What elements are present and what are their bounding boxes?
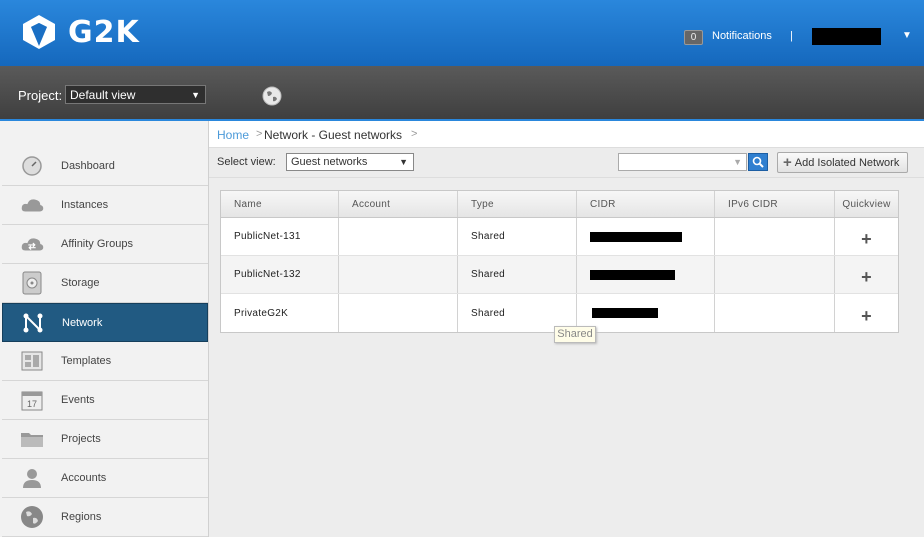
user-menu-caret-icon[interactable]: ▼ (902, 30, 912, 41)
project-label: Project: (18, 88, 63, 103)
cell-cidr (577, 256, 715, 293)
column-header-cidr[interactable]: CIDR (577, 191, 715, 217)
network-icon (21, 311, 45, 335)
cell-account (339, 218, 458, 255)
sidebar-item-templates[interactable]: Templates (2, 342, 208, 381)
cell-account (339, 256, 458, 293)
quickview-plus-icon[interactable]: + (861, 229, 872, 250)
select-view-value: Guest networks (291, 156, 368, 168)
sidebar-item-projects[interactable]: Projects (2, 420, 208, 459)
chevron-down-icon: ▼ (191, 90, 200, 100)
sidebar-item-network[interactable]: Network (2, 303, 208, 342)
add-button-label: Add Isolated Network (794, 156, 900, 169)
toolbar: Select view: Guest networks ▼ ▼ + Add Is… (209, 148, 924, 178)
logo-mark-icon (23, 15, 55, 49)
breadcrumb-home-link[interactable]: Home (217, 128, 249, 142)
folder-icon (20, 427, 44, 451)
templates-icon (20, 349, 44, 373)
breadcrumb-current: Network - Guest networks (264, 128, 403, 142)
globe-icon[interactable] (262, 86, 282, 106)
user-icon (20, 466, 44, 490)
header-separator: | (790, 30, 793, 42)
column-header-ipv6-cidr[interactable]: IPv6 CIDR (715, 191, 835, 217)
sidebar-item-label: Events (61, 394, 95, 406)
project-bar: Project: Default view ▼ (0, 66, 924, 121)
sidebar-item-label: Affinity Groups (61, 238, 133, 250)
table-row[interactable]: PublicNet-131 Shared + (221, 218, 898, 256)
cidr-redacted (590, 231, 682, 242)
cell-cidr (577, 218, 715, 255)
breadcrumb-separator: > (256, 128, 263, 140)
cidr-redacted (592, 308, 658, 318)
column-header-account[interactable]: Account (339, 191, 458, 217)
cloud-icon (20, 193, 44, 217)
cell-name[interactable]: PublicNet-131 (221, 218, 339, 255)
sidebar-item-label: Storage (61, 277, 100, 289)
cell-name[interactable]: PublicNet-132 (221, 256, 339, 293)
plus-icon: + (783, 153, 792, 171)
svg-text:17: 17 (27, 399, 37, 409)
search-button[interactable] (748, 153, 768, 171)
column-header-type[interactable]: Type (458, 191, 577, 217)
project-select[interactable]: Default view ▼ (65, 85, 206, 104)
sidebar-item-label: Templates (61, 355, 112, 367)
cell-name[interactable]: PrivateG2K (221, 294, 339, 332)
quickview-plus-icon[interactable]: + (861, 267, 872, 288)
cell-cidr (577, 294, 715, 332)
logo[interactable]: G2K (20, 13, 140, 51)
user-name-redacted[interactable] (812, 28, 881, 45)
cell-ipv6-cidr (715, 218, 835, 255)
sidebar-item-label: Accounts (61, 472, 107, 484)
cidr-redacted (590, 269, 675, 280)
chevron-down-icon: ▼ (399, 157, 408, 167)
cell-ipv6-cidr (715, 294, 835, 332)
cell-quickview[interactable]: + (835, 256, 898, 293)
breadcrumb: Home > Network - Guest networks > (209, 121, 924, 148)
top-header: G2K 0 Notifications | ▼ (0, 0, 924, 66)
breadcrumb-separator: > (411, 128, 418, 140)
sidebar-item-affinity-groups[interactable]: Affinity Groups (2, 225, 208, 264)
sidebar-item-label: Network (62, 316, 103, 329)
logo-text: G2K (68, 14, 140, 50)
sidebar-item-accounts[interactable]: Accounts (2, 459, 208, 498)
dashboard-icon (20, 154, 44, 178)
calendar-icon: 17 (20, 388, 44, 412)
sidebar-item-dashboard[interactable]: Dashboard (2, 147, 208, 186)
select-view-dropdown[interactable]: Guest networks ▼ (286, 153, 414, 171)
column-header-quickview: Quickview (842, 198, 891, 210)
table-row[interactable]: PublicNet-132 Shared + (221, 256, 898, 294)
sidebar-item-label: Dashboard (61, 160, 115, 172)
table-header-row: Name Account Type CIDR IPv6 CIDR Quickvi… (221, 191, 898, 218)
project-select-value: Default view (70, 88, 136, 102)
sidebar-item-label: Instances (61, 199, 109, 211)
notifications-link[interactable]: Notifications (712, 30, 772, 42)
column-header-name[interactable]: Name (221, 191, 339, 217)
networks-table: Name Account Type CIDR IPv6 CIDR Quickvi… (220, 190, 899, 333)
sidebar: Dashboard Instances Affinity Groups Stor… (0, 121, 209, 537)
cell-quickview[interactable]: + (835, 218, 898, 255)
quickview-plus-icon[interactable]: + (861, 306, 872, 327)
notifications-count-badge[interactable]: 0 (684, 30, 703, 45)
sidebar-item-label: Projects (61, 433, 101, 445)
sidebar-item-storage[interactable]: Storage (2, 264, 208, 303)
sidebar-item-events[interactable]: 17 Events (2, 381, 208, 420)
search-filter-caret-icon[interactable]: ▼ (733, 157, 742, 167)
add-isolated-network-button[interactable]: + Add Isolated Network (777, 152, 908, 173)
sidebar-item-label: Regions (61, 511, 102, 523)
sidebar-item-instances[interactable]: Instances (2, 186, 208, 225)
cell-account (339, 294, 458, 332)
search-icon (752, 156, 764, 168)
select-view-label: Select view: (217, 156, 276, 168)
cell-quickview[interactable]: + (835, 294, 898, 332)
cell-type: Shared (458, 218, 577, 255)
tooltip: Shared (554, 326, 596, 343)
search-input[interactable]: ▼ (618, 153, 747, 171)
sidebar-item-regions[interactable]: Regions (2, 498, 208, 537)
cell-ipv6-cidr (715, 256, 835, 293)
affinity-cloud-icon (20, 232, 44, 256)
storage-disk-icon (20, 271, 44, 295)
main-content: Name Account Type CIDR IPv6 CIDR Quickvi… (209, 178, 924, 537)
cell-type: Shared (458, 256, 577, 293)
globe-icon (20, 505, 44, 529)
